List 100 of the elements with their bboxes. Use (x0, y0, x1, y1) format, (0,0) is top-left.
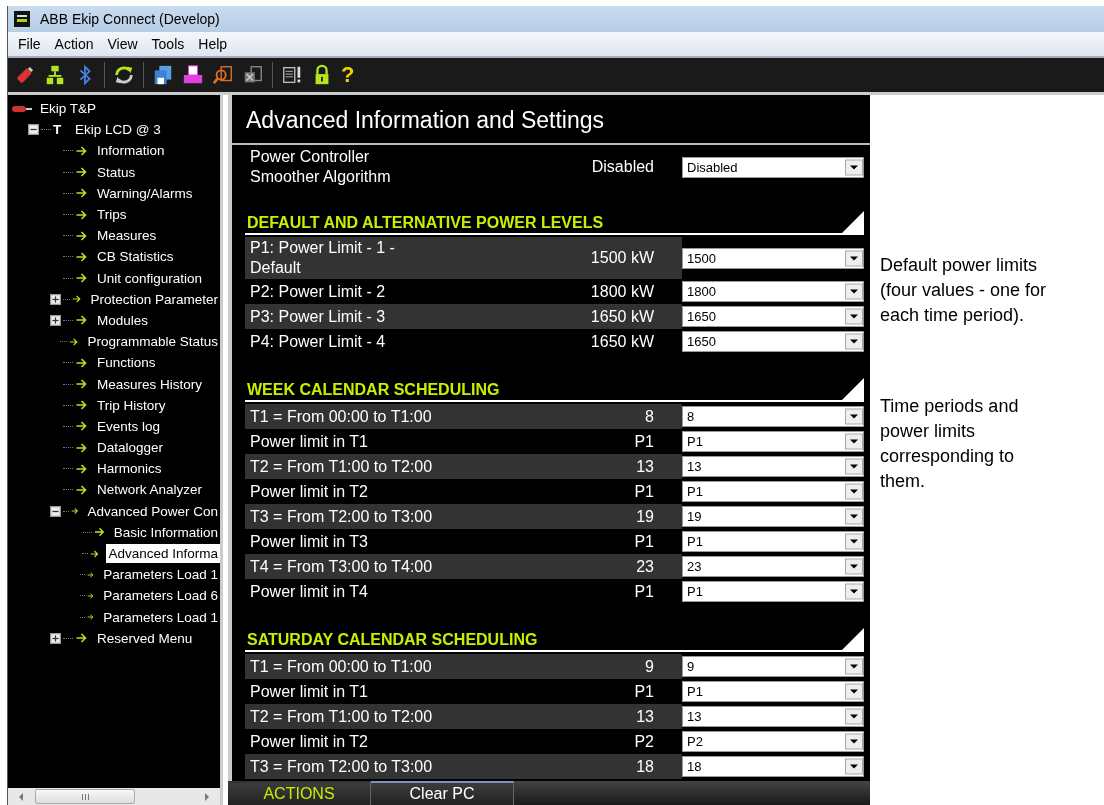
arrow-icon (75, 484, 88, 495)
dropdown[interactable]: 8 (682, 406, 864, 427)
tree-item[interactable]: Modules (95, 310, 151, 330)
dropdown[interactable]: 18 (682, 756, 864, 777)
dropdown[interactable]: 1650 (682, 306, 864, 327)
window-title: ABB Ekip Connect (Develop) (40, 11, 220, 27)
annotation-text: Time periods and power limits corresponding to them. (879, 395, 1020, 493)
dropdown[interactable]: 1650 (682, 331, 864, 352)
section-title: SATURDAY CALENDAR SCHEDULING (246, 631, 538, 650)
tree-item[interactable]: Unit configuration (95, 268, 205, 288)
scroll-right-icon[interactable] (205, 792, 209, 801)
arrow-icon (75, 357, 88, 368)
arrow-icon (75, 209, 88, 220)
setting-label: P2: Power Limit - 2 (249, 281, 387, 302)
tree-item[interactable]: Reserved Menu (95, 628, 195, 648)
tree-item[interactable]: Measures History (95, 374, 205, 394)
dropdown[interactable]: 19 (682, 506, 864, 527)
section-title: DEFAULT AND ALTERNATIVE POWER LEVELS (246, 214, 604, 233)
expander-icon[interactable] (50, 505, 61, 517)
tree-item[interactable]: Events log (95, 416, 163, 436)
tree-item[interactable]: Information (95, 141, 167, 161)
bottom-tab[interactable]: Clear PC (371, 781, 514, 805)
setting-label: Power Controller Smoother Algorithm (249, 147, 392, 187)
setting-reading: 1650 kW (589, 331, 655, 352)
setting-reading: 9 (572, 654, 682, 679)
document-search-icon[interactable] (212, 64, 234, 86)
setting-reading: P2 (633, 731, 655, 752)
tree-item[interactable]: Programmable Status (85, 332, 220, 352)
usb-stick-icon[interactable] (14, 64, 36, 86)
arrow-icon (75, 145, 88, 156)
tree-item[interactable]: Advanced Informa (106, 544, 220, 564)
tree-item[interactable]: Ekip LCD @ 3 (73, 120, 163, 140)
arrow-icon (93, 527, 105, 538)
dropdown[interactable]: P1 (682, 681, 864, 702)
tree-item[interactable]: Trips (95, 205, 129, 225)
arrow-icon (75, 400, 88, 411)
printer-icon[interactable] (182, 64, 204, 86)
dropdown[interactable]: 13 (682, 706, 864, 727)
menu-item[interactable]: Tools (145, 36, 193, 52)
bottom-tab[interactable]: ACTIONS (228, 781, 371, 805)
horizontal-scrollbar[interactable] (8, 788, 220, 805)
tree-item[interactable]: Basic Information (111, 522, 220, 542)
tree-item[interactable]: Parameters Load 1 (101, 607, 220, 627)
arrow-icon (75, 379, 88, 390)
tree-item[interactable]: Functions (95, 353, 158, 373)
setting-reading: 8 (572, 404, 682, 429)
arrow-icon (72, 294, 82, 305)
tree-item[interactable]: Harmonics (95, 459, 164, 479)
expander-icon[interactable] (50, 314, 61, 326)
tree-item[interactable]: Measures (95, 226, 159, 246)
grip-icon[interactable] (81, 793, 89, 800)
menu-item[interactable]: Help (192, 36, 236, 52)
dropdown[interactable]: P1 (682, 431, 864, 452)
dropdown[interactable]: P2 (682, 731, 864, 752)
dropdown[interactable]: Disabled (682, 156, 864, 178)
setting-label: T4 = From T3:00 to T4:00 (245, 554, 572, 579)
setting-label: Power limit in T1 (249, 681, 369, 702)
setting-label: T1 = From 00:00 to T1:00 (245, 404, 572, 429)
save-icon[interactable] (152, 64, 174, 86)
dropdown[interactable]: P1 (682, 481, 864, 502)
dropdown[interactable]: P1 (682, 531, 864, 552)
setting-label: Power limit in T4 (249, 581, 369, 602)
tree-item[interactable]: Datalogger (95, 438, 166, 458)
setting-label: P1: Power Limit - 1 - Default (245, 237, 572, 279)
tree-item[interactable]: Trip History (95, 395, 168, 415)
setting-reading: P1 (633, 581, 655, 602)
menu-item[interactable]: Action (48, 36, 102, 52)
tree-item[interactable]: Advanced Power Con (85, 501, 220, 521)
tree-item[interactable]: Ekip T&P (38, 99, 99, 119)
arrow-icon (75, 230, 88, 241)
arrow-icon (75, 442, 88, 453)
tree-item[interactable]: Warning/Alarms (95, 183, 195, 203)
expander-icon[interactable] (50, 293, 61, 305)
arrow-icon (70, 506, 79, 517)
dropdown[interactable]: 1500 (682, 247, 864, 269)
tree-item[interactable]: CB Statistics (95, 247, 176, 267)
menu-item[interactable]: File (12, 36, 49, 52)
tree-item[interactable]: Network Analyzer (95, 480, 205, 500)
arrow-icon (75, 463, 88, 474)
tree-item[interactable]: Protection Parameter (88, 289, 220, 309)
dropdown[interactable]: 9 (682, 656, 864, 677)
expander-icon[interactable] (28, 124, 39, 136)
expander-icon[interactable] (50, 632, 61, 644)
help-icon[interactable]: ? (341, 64, 355, 86)
setting-reading: 13 (572, 704, 682, 729)
menu-item[interactable]: View (101, 36, 146, 52)
dropdown[interactable]: 13 (682, 456, 864, 477)
tree-item[interactable]: Parameters Load 6 (101, 586, 220, 606)
dropdown[interactable]: 23 (682, 556, 864, 577)
tree-item[interactable]: Parameters Load 1 (101, 565, 220, 585)
setting-label: Power limit in T2 (249, 481, 369, 502)
list-alert-icon[interactable] (281, 64, 303, 86)
dropdown[interactable]: P1 (682, 581, 864, 602)
refresh-icon[interactable] (113, 64, 135, 86)
panel-title: Advanced Information and Settings (232, 95, 870, 145)
network-icon[interactable] (44, 64, 66, 86)
setting-label: P3: Power Limit - 3 (245, 304, 572, 329)
scroll-left-icon[interactable] (19, 792, 23, 801)
tree-item[interactable]: Status (95, 162, 138, 182)
dropdown[interactable]: 1800 (682, 281, 864, 302)
